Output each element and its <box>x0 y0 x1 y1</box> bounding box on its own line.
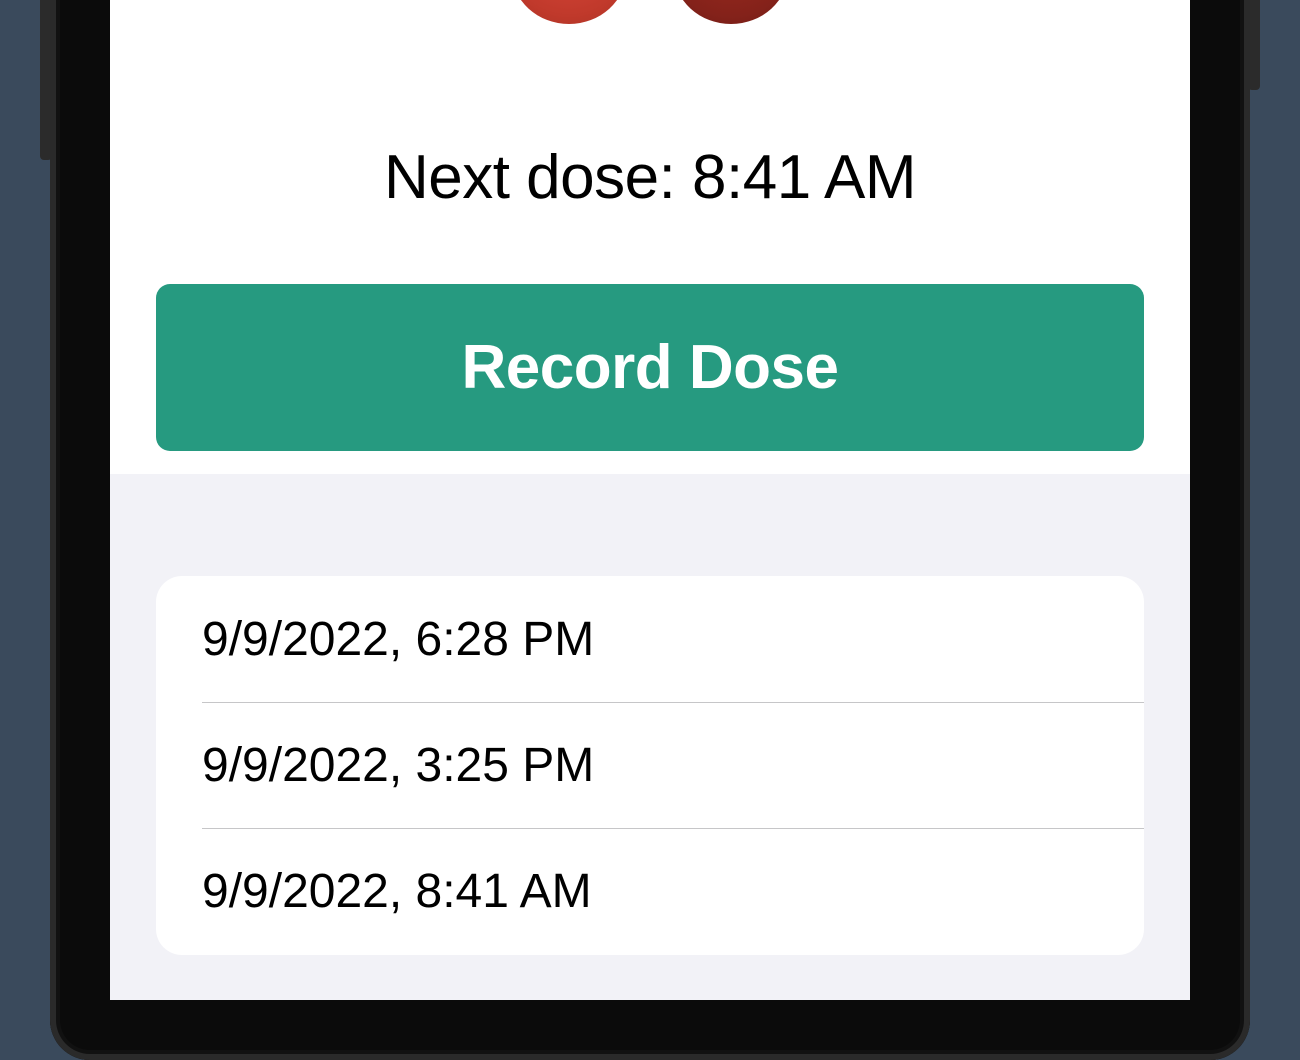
dose-timestamp: 9/9/2022, 8:41 AM <box>202 864 592 918</box>
next-dose-label: Next dose: 8:41 AM <box>383 143 917 212</box>
record-dose-button[interactable]: Record Dose <box>156 284 1144 451</box>
app-screen: Next dose: 8:41 AM Record Dose 9/9/2022,… <box>110 0 1190 1000</box>
header-section: Next dose: 8:41 AM Record Dose <box>110 0 1190 474</box>
dose-history-row[interactable]: 9/9/2022, 3:25 PM <box>156 702 1144 828</box>
dose-history-row[interactable]: 9/9/2022, 6:28 PM <box>156 576 1144 702</box>
dose-timestamp: 9/9/2022, 6:28 PM <box>202 612 595 666</box>
pill-left-icon <box>512 0 626 24</box>
dose-history-list: 9/9/2022, 6:28 PM 9/9/2022, 3:25 PM 9/9/… <box>156 576 1144 955</box>
pill-right-icon <box>674 0 788 24</box>
dose-timestamp: 9/9/2022, 3:25 PM <box>202 738 595 792</box>
dose-history-row[interactable]: 9/9/2022, 8:41 AM <box>156 828 1144 954</box>
